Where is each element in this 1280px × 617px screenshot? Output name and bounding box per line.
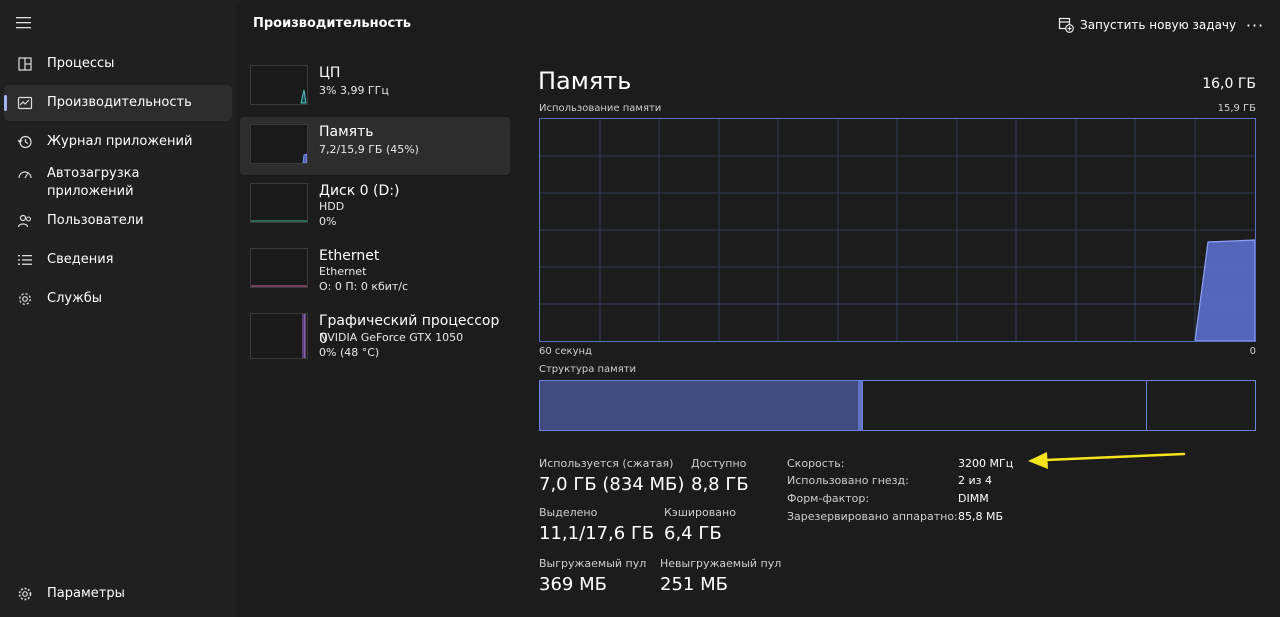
gear-icon	[16, 585, 34, 603]
nav-item-performance[interactable]: Производительность	[4, 85, 232, 121]
device-subtitle: 0% (48 °C)	[319, 346, 380, 359]
graph-time-end: 0	[1249, 346, 1256, 357]
detail-title: Память	[538, 67, 632, 95]
nav-item-settings[interactable]: Параметры	[4, 576, 232, 612]
nav-label-settings: Параметры	[47, 586, 125, 601]
available-label: Доступно	[691, 457, 747, 470]
in-use-label: Используется (сжатая)	[539, 457, 674, 470]
device-subtitle: NVIDIA GeForce GTX 1050	[319, 331, 464, 344]
nav-label-performance: Производительность	[47, 95, 192, 110]
device-title: Ethernet	[319, 248, 380, 264]
nonpaged-pool-label: Невыгружаемый пул	[660, 557, 782, 570]
slots-used-value: 2 из 4	[958, 474, 992, 487]
navigation-pane: Процессы Производительность Журнал прило…	[0, 0, 236, 617]
startup-apps-icon	[16, 166, 34, 184]
speed-value: 3200 МГц	[958, 457, 1014, 470]
processes-icon	[16, 55, 34, 73]
paged-pool-label: Выгружаемый пул	[539, 557, 647, 570]
composition-divider	[1146, 381, 1147, 430]
nav-label-app-history: Журнал приложений	[47, 134, 193, 149]
disk-thumbnail-graph	[250, 183, 308, 223]
memory-usage-graph	[539, 118, 1256, 342]
nav-item-users[interactable]: Пользователи	[4, 203, 232, 239]
device-memory[interactable]: Память 7,2/15,9 ГБ (45%)	[240, 117, 510, 175]
nav-item-details[interactable]: Сведения	[4, 242, 232, 278]
slots-used-label: Использовано гнезд:	[787, 474, 909, 487]
more-options-button[interactable]: ···	[1244, 14, 1266, 36]
nav-item-services[interactable]: Службы	[4, 281, 232, 317]
device-subtitle: О: 0 П: 0 кбит/с	[319, 280, 409, 293]
composition-divider	[862, 381, 863, 430]
hamburger-menu-icon[interactable]	[15, 15, 33, 31]
device-disk[interactable]: Диск 0 (D:) HDD 0%	[240, 176, 510, 234]
committed-label: Выделено	[539, 506, 598, 519]
composition-label: Структура памяти	[539, 364, 637, 375]
run-new-task-label: Запустить новую задачу	[1080, 18, 1237, 32]
performance-page: Производительность Запустить новую задач…	[236, 0, 1280, 617]
committed-value: 11,1/17,6 ГБ	[539, 523, 655, 544]
memory-composition-bar	[539, 380, 1256, 431]
in-use-value: 7,0 ГБ (834 МБ)	[539, 474, 685, 495]
nav-label-processes: Процессы	[47, 56, 115, 71]
cpu-thumbnail-graph	[250, 65, 308, 105]
memory-thumbnail-graph	[250, 124, 308, 164]
app-history-icon	[16, 133, 34, 151]
device-cpu[interactable]: ЦП 3% 3,99 ГГц	[240, 58, 510, 116]
device-subtitle: 3% 3,99 ГГц	[319, 84, 389, 97]
page-title: Производительность	[253, 16, 412, 31]
device-ethernet[interactable]: Ethernet Ethernet О: 0 П: 0 кбит/с	[240, 241, 510, 299]
composition-in-use	[540, 381, 858, 430]
total-memory: 16,0 ГБ	[1202, 76, 1256, 92]
device-subtitle: 0%	[319, 215, 337, 228]
device-title: Память	[319, 124, 374, 140]
nav-item-startup-apps[interactable]: Автозагрузка приложений	[4, 163, 232, 203]
device-title: ЦП	[319, 65, 341, 81]
nonpaged-pool-value: 251 МБ	[660, 574, 728, 595]
device-subtitle: HDD	[319, 200, 345, 213]
form-factor-label: Форм-фактор:	[787, 492, 870, 505]
form-factor-value: DIMM	[958, 492, 989, 505]
users-icon	[16, 212, 34, 230]
device-title: Диск 0 (D:)	[319, 183, 400, 199]
usage-graph-label: Использование памяти	[539, 103, 662, 114]
cached-label: Кэшировано	[664, 506, 736, 519]
nav-label-details: Сведения	[47, 252, 114, 267]
nav-label-users: Пользователи	[47, 213, 144, 228]
cached-value: 6,4 ГБ	[664, 523, 722, 544]
hardware-reserved-label: Зарезервировано аппаратно:	[787, 510, 958, 523]
gpu-thumbnail-graph	[250, 313, 308, 359]
ethernet-thumbnail-graph	[250, 248, 308, 288]
paged-pool-value: 369 МБ	[539, 574, 607, 595]
services-icon	[16, 290, 34, 308]
usage-graph-max: 15,9 ГБ	[1217, 103, 1256, 114]
speed-label: Скорость:	[787, 457, 845, 470]
performance-icon	[16, 94, 34, 112]
device-subtitle: Ethernet	[319, 265, 367, 278]
graph-time-start: 60 секунд	[539, 346, 592, 357]
run-new-task-button[interactable]: Запустить новую задачу	[1058, 14, 1236, 36]
device-gpu[interactable]: Графический процессор 0 NVIDIA GeForce G…	[240, 306, 510, 364]
nav-label-startup-apps: Автозагрузка приложений	[47, 166, 140, 199]
nav-label-services: Службы	[47, 291, 103, 306]
hardware-reserved-value: 85,8 МБ	[958, 510, 1004, 523]
annotation-arrow-icon	[1028, 452, 1186, 469]
nav-item-processes[interactable]: Процессы	[4, 46, 232, 82]
device-subtitle: 7,2/15,9 ГБ (45%)	[319, 143, 419, 156]
new-task-icon	[1058, 17, 1074, 33]
nav-item-app-history[interactable]: Журнал приложений	[4, 124, 232, 160]
details-icon	[16, 251, 34, 269]
available-value: 8,8 ГБ	[691, 474, 749, 495]
